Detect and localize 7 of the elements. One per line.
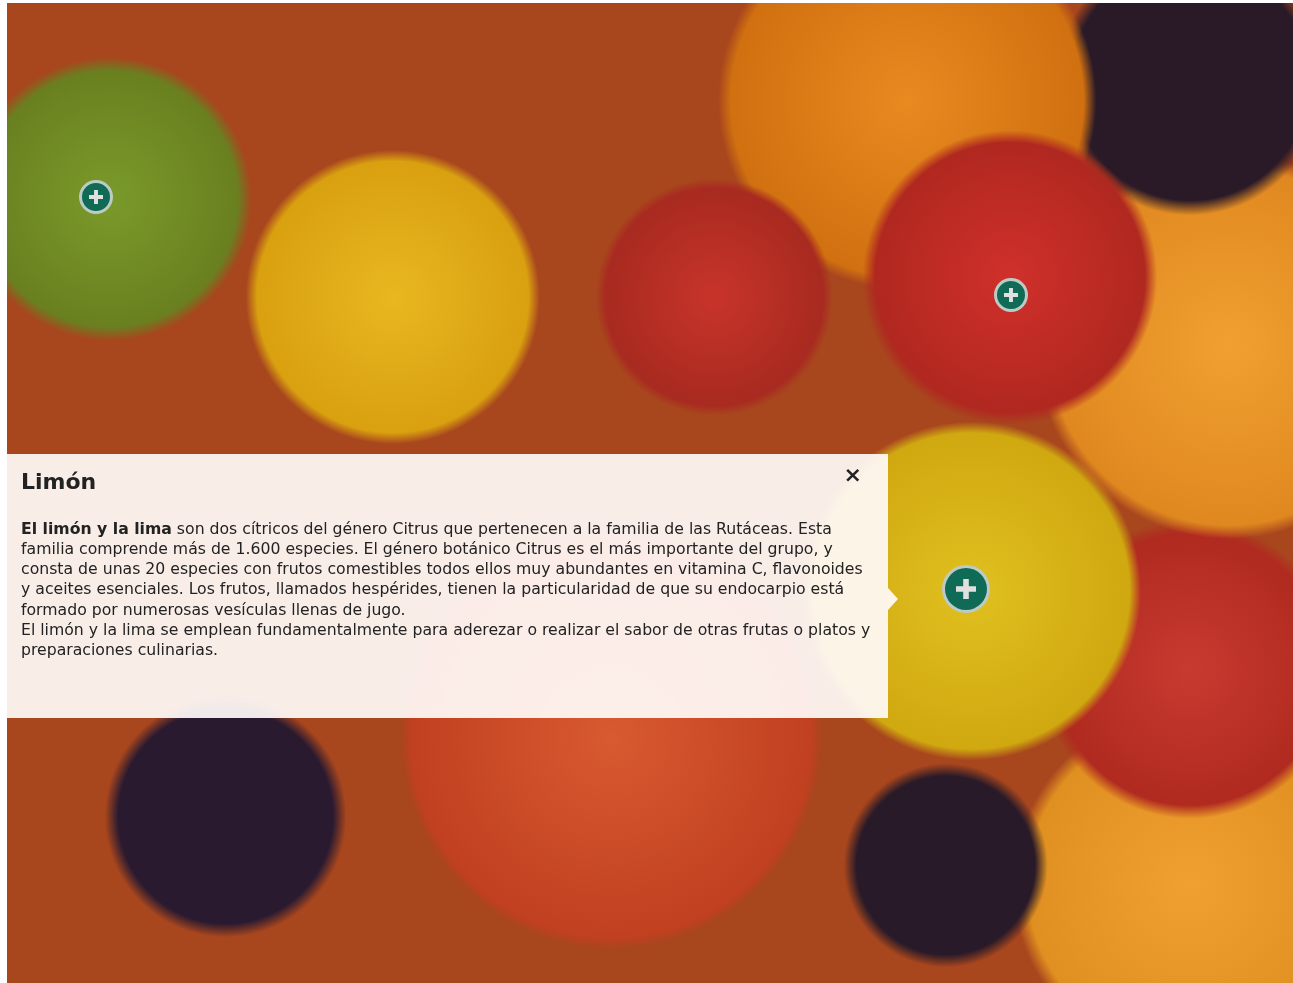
popup-paragraph: El limón y la lima se emplean fundamentalmente para aderezar o realizar el sabor de otras frutas o platos y preparaciones culinarias. (21, 620, 872, 661)
plus-icon (1004, 288, 1018, 302)
popup-title: Limón (21, 468, 97, 496)
plus-icon (89, 190, 103, 204)
popup-paragraph: El limón y la lima son dos cítricos del género Citrus que pertenecen a la familia de las Rutáceas. Esta familia comprende más de 1.600 especies. El género botánico Citrus es el más importante del grupo, y consta de unas 20 especies con frutos comestibles todos ellos muy abundantes en vitamina C, flavonoides y aceites esenciales. Los frutos, llamados hespérides, tienen la particularidad de que su endocarpio está formado por numerosas vesículas llenas de jugo. (21, 518, 864, 621)
close-button[interactable]: × (839, 462, 866, 488)
plus-icon (956, 579, 976, 599)
